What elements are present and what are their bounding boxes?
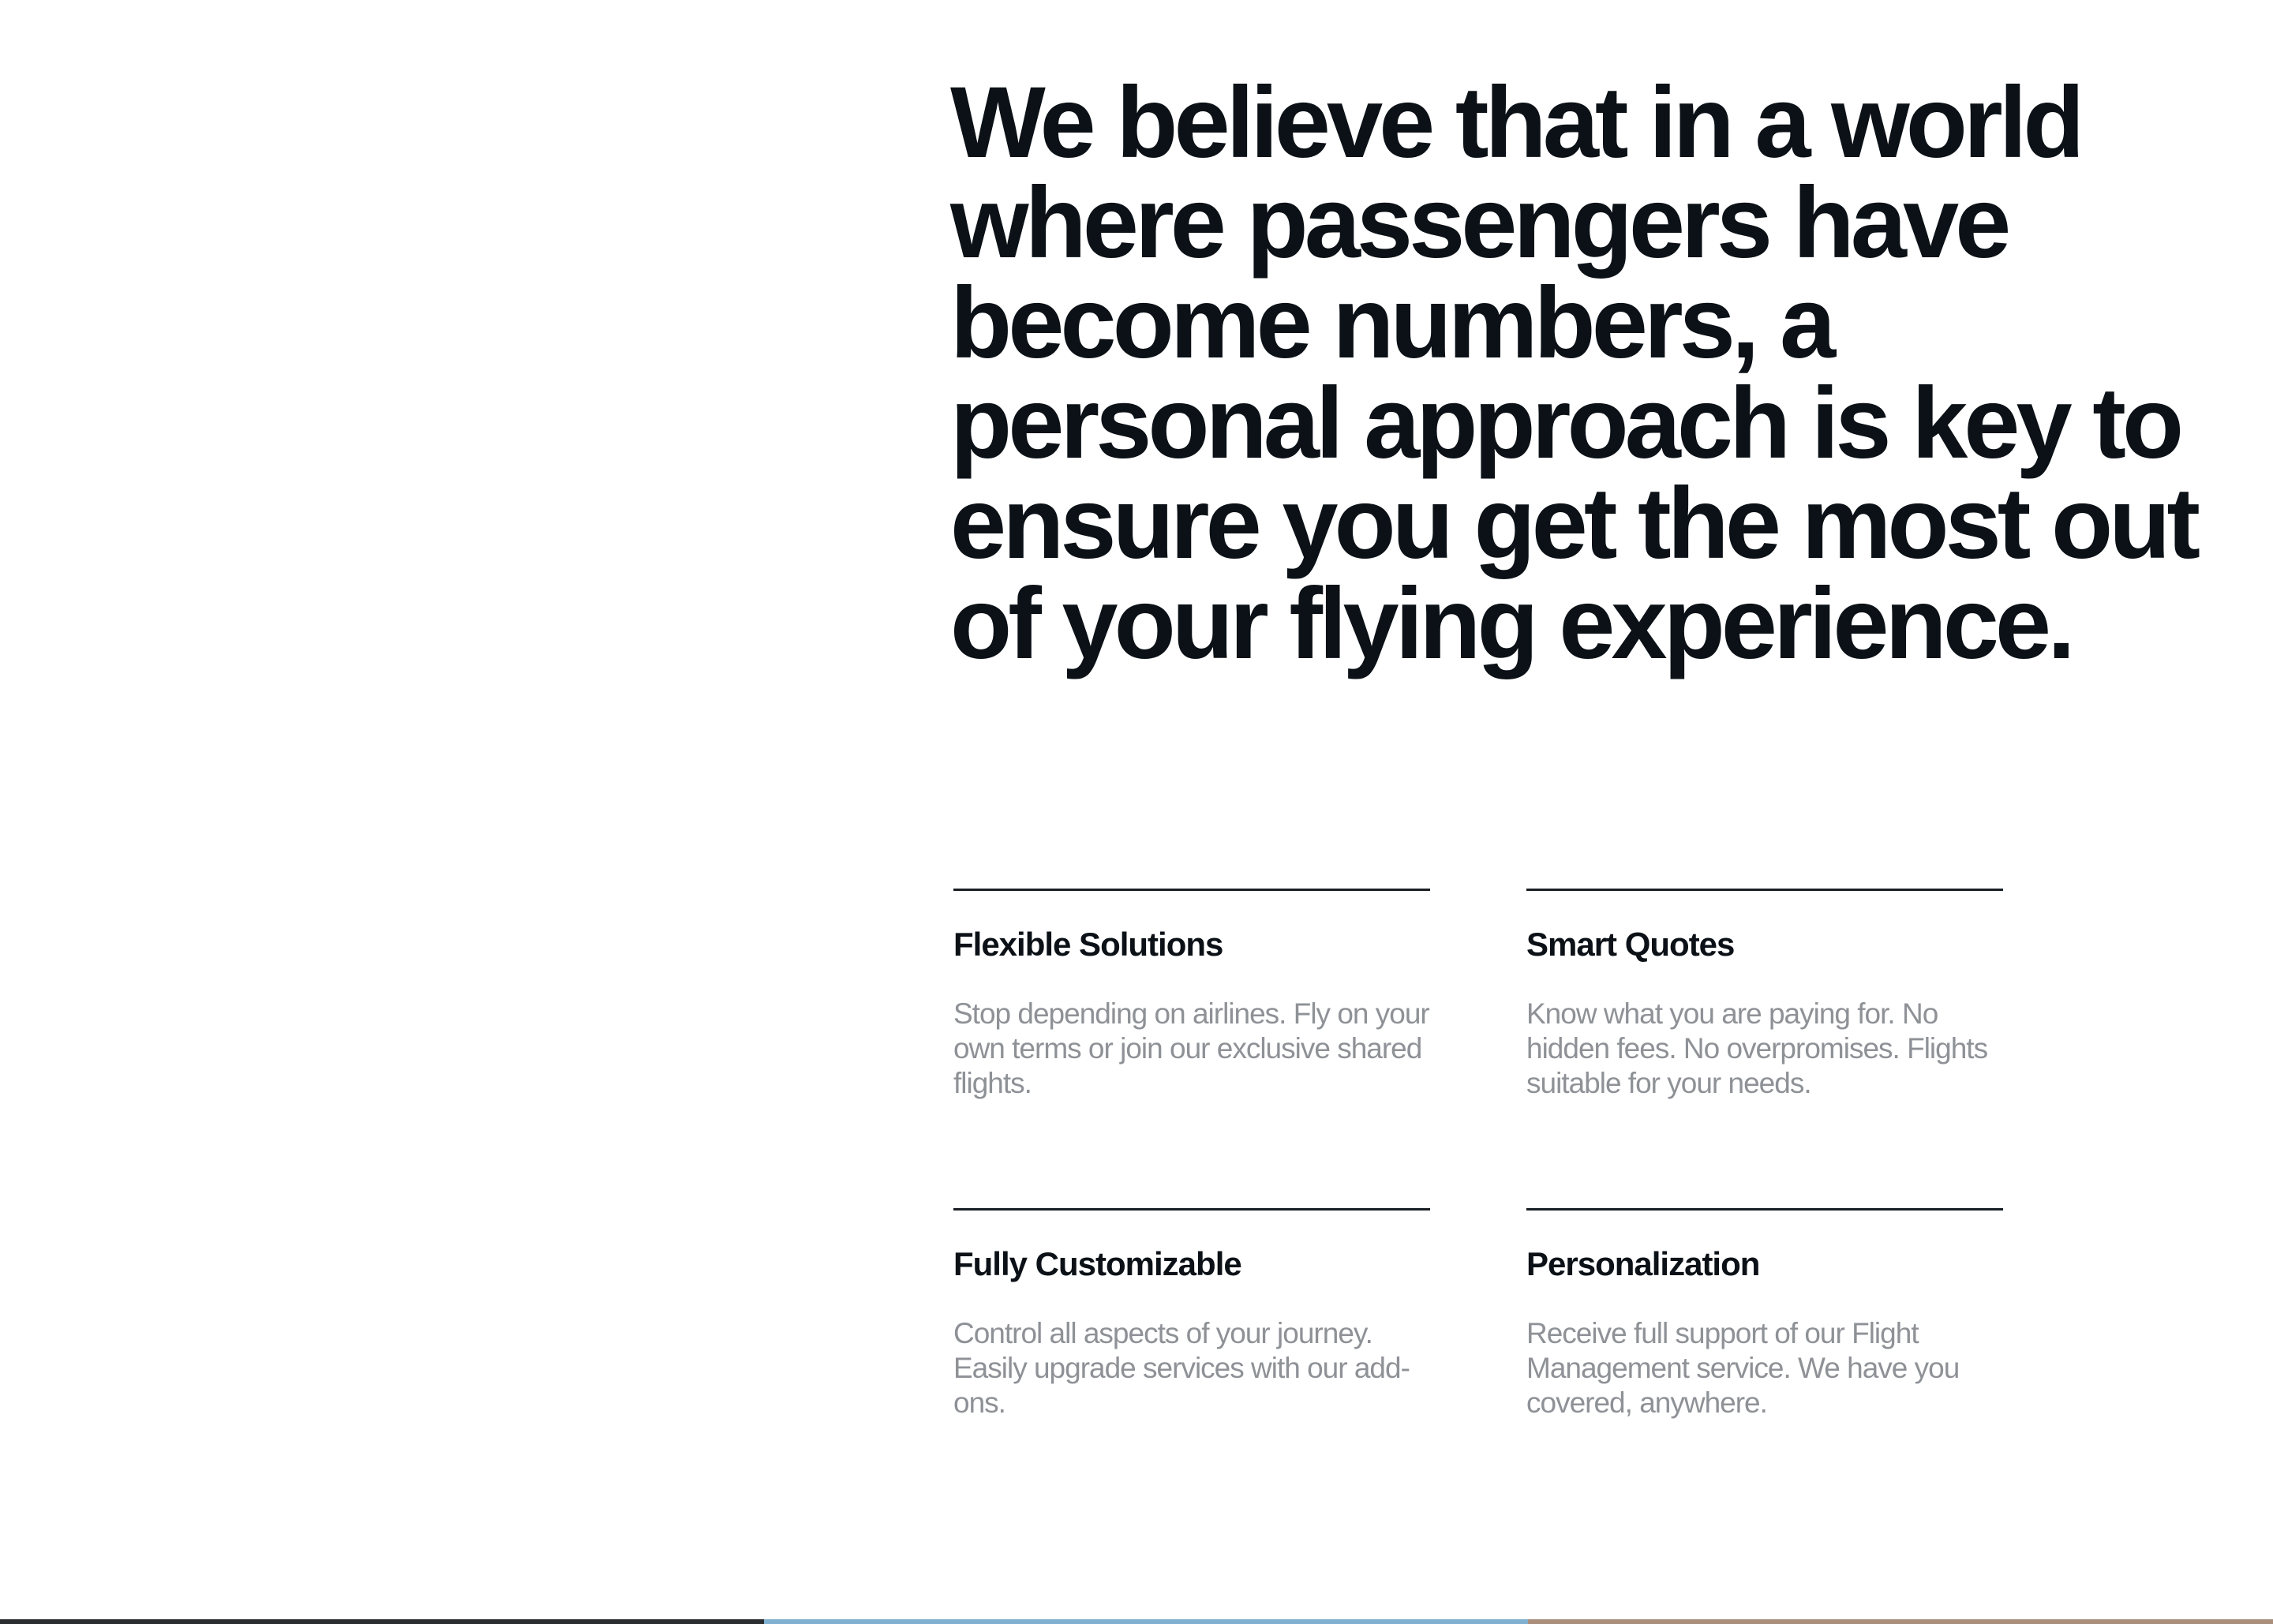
feature-description: Control all aspects of your journey. Eas… — [953, 1317, 1410, 1419]
page: We believe that in a world where passeng… — [0, 0, 2273, 1624]
feature-flexible-solutions: Flexible Solutions Stop depending on air… — [953, 889, 1430, 1101]
feature-title: Flexible Solutions — [953, 926, 1223, 963]
feature-description: Know what you are paying for. No hidden … — [1526, 997, 1988, 1099]
page-headline: We believe that in a world where passeng… — [950, 66, 2200, 680]
feature-title: Fully Customizable — [953, 1245, 1242, 1282]
feature-smart-quotes: Smart Quotes Know what you are paying fo… — [1526, 889, 2003, 1101]
feature-title: Personalization — [1526, 1245, 1760, 1282]
feature-description: Receive full support of our Flight Manag… — [1526, 1317, 1960, 1419]
feature-fully-customizable: Fully Customizable Control all aspects o… — [953, 1208, 1430, 1420]
bottom-edge-strip — [0, 1619, 2273, 1624]
feature-title: Smart Quotes — [1526, 926, 1735, 963]
feature-personalization: Personalization Receive full support of … — [1526, 1208, 2003, 1420]
feature-description: Stop depending on airlines. Fly on your … — [953, 997, 1430, 1099]
